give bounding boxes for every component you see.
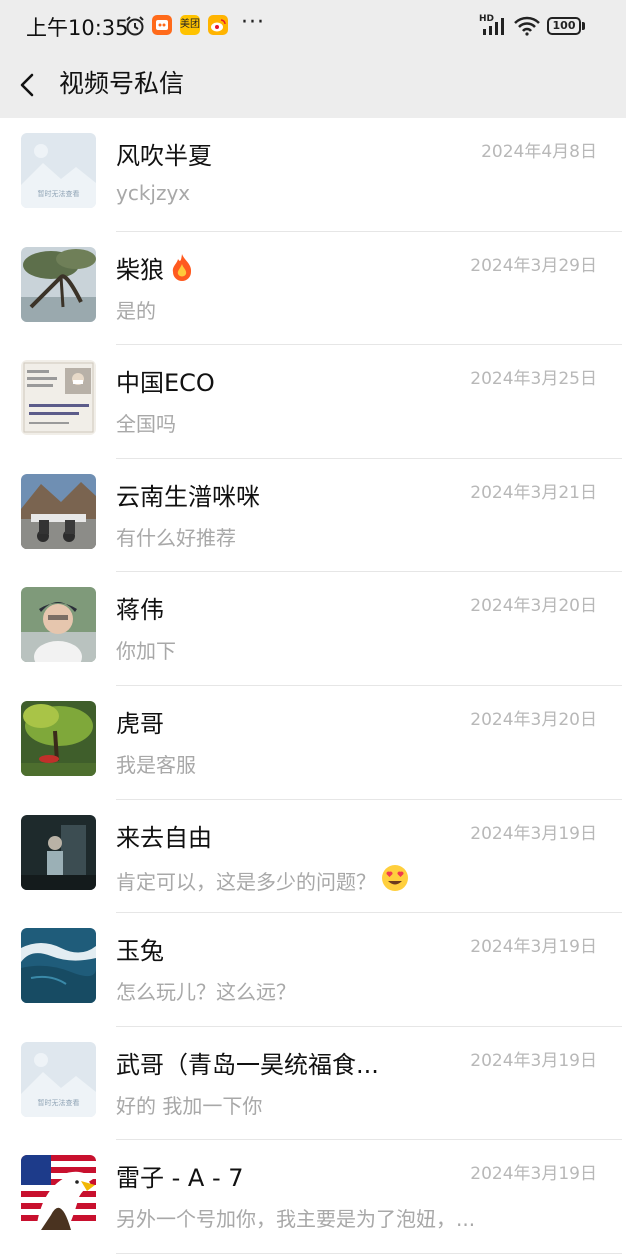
list-item[interactable]: 柴狼 是的 2024年3月29日 — [0, 232, 626, 346]
contact-name: 雷子 - A - 7 — [116, 1164, 244, 1193]
meituan-app-icon: 美团 — [180, 15, 200, 35]
message-date: 2024年4月8日 — [481, 142, 597, 162]
contact-name: 虎哥 — [116, 709, 164, 738]
message-list: 暂时无法查看 风吹半夏 yckjzyx 2024年4月8日 柴狼 是的 2024… — [0, 118, 626, 1254]
navigation-bar: 视频号私信 — [0, 52, 626, 118]
contact-name: 中国ECO — [116, 369, 215, 398]
wifi-icon — [513, 15, 541, 41]
list-item[interactable]: 虎哥 我是客服 2024年3月20日 — [0, 686, 626, 800]
message-date: 2024年3月20日 — [470, 596, 597, 617]
contact-name: 云南生潽咪咪 — [116, 482, 260, 511]
message-preview: 另外一个号加你，我主要是为了泡妞，... — [116, 1207, 476, 1232]
avatar — [21, 1155, 96, 1231]
avatar-placeholder: 暂时无法查看 — [21, 133, 96, 208]
list-item[interactable]: 雷子 - A - 7 另外一个号加你，我主要是为了泡妞，... 2024年3月1… — [0, 1140, 626, 1254]
list-item[interactable]: 玉兔 怎么玩儿？这么远？ 2024年3月19日 — [0, 913, 626, 1027]
avatar — [21, 814, 96, 890]
message-preview: 肯定可以，这是多少的问题？ — [116, 863, 410, 898]
message-preview: 是的 — [116, 298, 156, 323]
avatar — [21, 246, 96, 322]
message-date: 2024年3月21日 — [470, 482, 597, 503]
message-date: 2024年3月19日 — [470, 823, 597, 844]
contact-name: 玉兔 — [116, 937, 164, 966]
contact-name: 风吹半夏 — [116, 142, 212, 170]
message-date: 2024年3月20日 — [470, 709, 597, 730]
heart-eyes-emoji-icon — [380, 863, 410, 898]
list-item[interactable]: 暂时无法查看 风吹半夏 yckjzyx 2024年4月8日 — [0, 118, 626, 232]
back-button[interactable] — [10, 62, 50, 108]
status-bar: 上午10:35 美团 ··· HD 100 — [0, 0, 626, 52]
list-item[interactable]: 暂时无法查看 武哥（青岛一昊统福食... 好的 我加一下你 2024年3月19日 — [0, 1027, 626, 1141]
message-preview: 好的 我加一下你 — [116, 1093, 263, 1118]
message-date: 2024年3月19日 — [470, 937, 597, 958]
battery-tip — [582, 22, 585, 30]
message-preview: 你加下 — [116, 639, 176, 664]
message-preview: 有什么好推荐 — [116, 525, 236, 550]
avatar — [21, 587, 96, 663]
page-title: 视频号私信 — [59, 69, 185, 98]
list-item[interactable]: 来去自由 肯定可以，这是多少的问题？ 2024年3月19日 — [0, 800, 626, 914]
avatar — [21, 473, 96, 549]
signal-icon — [482, 17, 508, 39]
weibo-app-icon — [208, 15, 228, 35]
message-preview-text: 肯定可以，这是多少的问题？ — [116, 869, 376, 894]
contact-name: 蒋伟 — [116, 596, 164, 625]
list-item[interactable]: 中国ECO 全国吗 2024年3月25日 — [0, 345, 626, 459]
message-date: 2024年3月29日 — [470, 255, 597, 276]
message-preview: 全国吗 — [116, 412, 176, 437]
message-preview: yckjzyx — [116, 181, 191, 205]
avatar — [21, 360, 96, 436]
status-time: 上午10:35 — [26, 16, 129, 40]
avatar — [21, 928, 96, 1004]
placeholder-caption: 暂时无法查看 — [38, 189, 80, 198]
contact-name: 来去自由 — [116, 823, 212, 852]
battery-indicator: 100 — [547, 17, 581, 35]
contact-name-text: 柴狼 — [116, 255, 164, 284]
avatar-placeholder: 暂时无法查看 — [21, 1041, 96, 1117]
alarm-icon — [124, 15, 146, 41]
chevron-left-icon — [20, 73, 34, 97]
taobao-app-icon — [152, 15, 172, 35]
more-notifications-icon: ··· — [241, 10, 265, 35]
message-date: 2024年3月19日 — [470, 1164, 597, 1185]
message-date: 2024年3月25日 — [470, 369, 597, 390]
avatar — [21, 700, 96, 776]
list-item[interactable]: 云南生潽咪咪 有什么好推荐 2024年3月21日 — [0, 459, 626, 573]
list-item[interactable]: 蒋伟 你加下 2024年3月20日 — [0, 572, 626, 686]
message-preview: 怎么玩儿？这么远？ — [116, 980, 296, 1005]
fire-emoji-icon — [168, 252, 196, 288]
contact-name: 柴狼 — [116, 250, 196, 288]
placeholder-caption: 暂时无法查看 — [38, 1098, 80, 1107]
contact-name: 武哥（青岛一昊统福食... — [116, 1050, 379, 1079]
message-date: 2024年3月19日 — [470, 1050, 597, 1071]
message-preview: 我是客服 — [116, 752, 196, 777]
